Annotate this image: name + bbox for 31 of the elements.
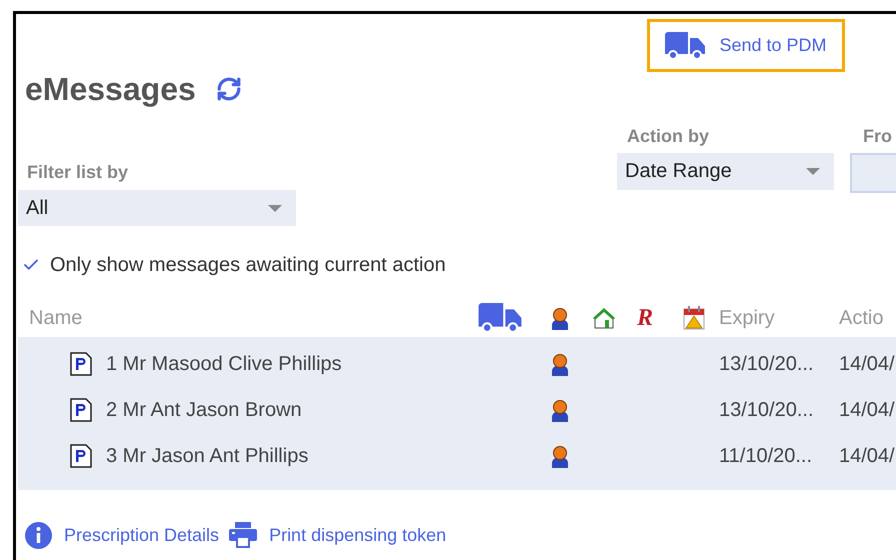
field-label: Fro — [863, 126, 892, 146]
action-link[interactable]: Prescription Details — [64, 524, 220, 546]
field-label: Filter list by — [27, 162, 128, 182]
action-link[interactable]: Print dispensing token — [269, 524, 446, 546]
action-date: 14/04/ — [839, 444, 896, 468]
awaiting-checkbox[interactable]: Only show messages awaiting current action — [22, 254, 896, 276]
send-button[interactable]: Send to PDM — [647, 19, 845, 72]
prescription-document-icon — [70, 398, 92, 422]
action-by-dropdown[interactable]: Date Range — [617, 153, 834, 190]
truck-icon — [478, 303, 522, 333]
truck-icon — [665, 32, 706, 60]
r-icon: R — [637, 304, 654, 332]
field-label: Action by — [627, 126, 710, 146]
expiry-date: 13/10/20... — [719, 398, 815, 422]
action-date: 14/04/ — [839, 398, 896, 422]
patient-name[interactable]: 1 Mr Masood Clive Phillips — [106, 352, 342, 376]
expiry-date: 11/10/20... — [719, 444, 814, 468]
patient-name[interactable]: 2 Mr Ant Jason Brown — [106, 398, 302, 422]
prescription-document-icon — [70, 444, 92, 468]
filter-dropdown[interactable]: All — [18, 190, 296, 226]
refresh-icon[interactable] — [216, 76, 242, 102]
action-date: 14/04/ — [839, 352, 896, 376]
person-icon — [550, 306, 570, 330]
prescription-document-icon — [70, 352, 92, 376]
printer-icon — [229, 522, 258, 548]
calendar-warning-icon — [683, 306, 705, 330]
house-icon — [592, 307, 616, 329]
patient-name[interactable]: 3 Mr Jason Ant Phillips — [106, 444, 308, 468]
page-title: eMessages — [25, 70, 196, 108]
expiry-date: 13/10/20... — [719, 352, 815, 376]
info-icon — [25, 522, 52, 548]
